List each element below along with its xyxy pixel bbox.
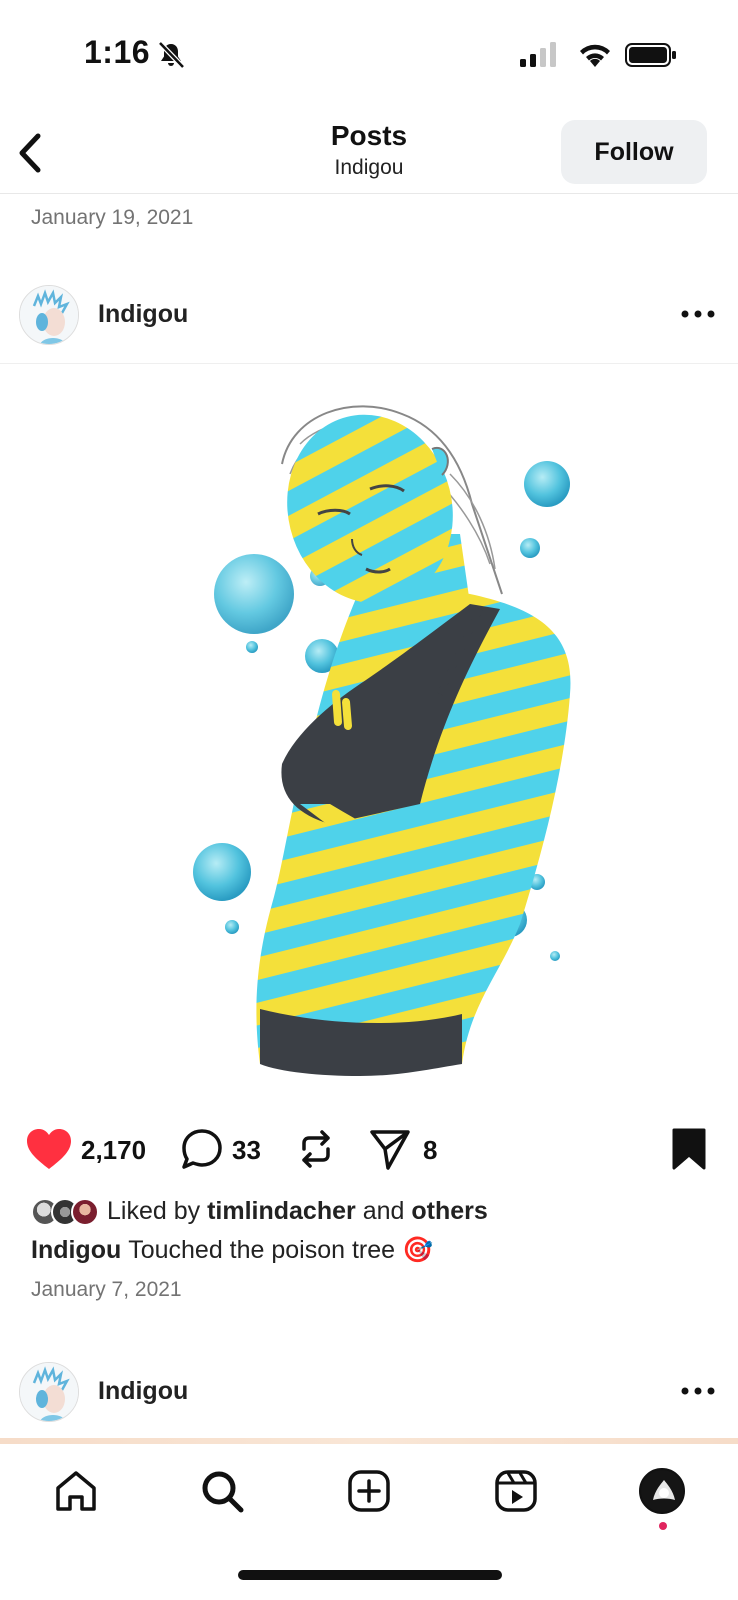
search-icon[interactable]	[200, 1469, 244, 1513]
liked-by-user[interactable]: timlindacher	[207, 1197, 356, 1226]
cellular-signal-icon	[520, 42, 556, 67]
bell-muted-icon	[158, 41, 185, 69]
post-date: January 7, 2021	[31, 1278, 182, 1301]
previous-post-date: January 19, 2021	[31, 206, 194, 229]
post-image[interactable]	[0, 364, 738, 1106]
liked-by-line[interactable]: Liked by timlindacher and others	[31, 1197, 488, 1226]
bookmark-filled-icon[interactable]	[672, 1128, 706, 1170]
battery-icon	[625, 43, 676, 67]
wifi-icon	[580, 44, 610, 67]
status-time: 1:16	[84, 34, 151, 70]
profile-notification-dot	[659, 1522, 667, 1530]
post-caption: Indigou Touched the poison tree 🎯	[31, 1236, 433, 1265]
send-icon[interactable]	[369, 1128, 411, 1170]
reels-icon[interactable]	[494, 1469, 538, 1513]
liker-avatars	[31, 1197, 99, 1226]
repost-icon[interactable]	[296, 1129, 336, 1169]
follow-button[interactable]: Follow	[561, 120, 707, 184]
post-author-username[interactable]: Indigou	[98, 300, 188, 329]
liked-by-joiner: and	[362, 1197, 405, 1225]
like-count[interactable]: 2,170	[81, 1135, 146, 1166]
caption-text: Touched the poison tree 🎯	[128, 1236, 434, 1264]
profile-avatar[interactable]	[639, 1468, 685, 1514]
header-divider	[0, 193, 738, 194]
liked-by-prefix: Liked by	[107, 1197, 201, 1225]
post-author-avatar[interactable]	[19, 285, 79, 345]
next-post-author-avatar[interactable]	[19, 1362, 79, 1422]
share-count[interactable]: 8	[423, 1135, 437, 1166]
comment-count[interactable]: 33	[232, 1135, 261, 1166]
home-indicator	[238, 1570, 502, 1580]
liked-by-others[interactable]: others	[411, 1197, 487, 1226]
liker-avatar	[71, 1197, 99, 1226]
home-icon[interactable]	[54, 1469, 98, 1513]
create-icon[interactable]	[347, 1469, 391, 1513]
comment-icon[interactable]	[181, 1128, 223, 1170]
more-options-icon[interactable]	[680, 308, 716, 320]
heart-filled-icon[interactable]	[26, 1128, 72, 1170]
more-options-icon[interactable]	[680, 1385, 716, 1397]
caption-username[interactable]: Indigou	[31, 1236, 121, 1264]
next-post-author-username[interactable]: Indigou	[98, 1377, 188, 1406]
